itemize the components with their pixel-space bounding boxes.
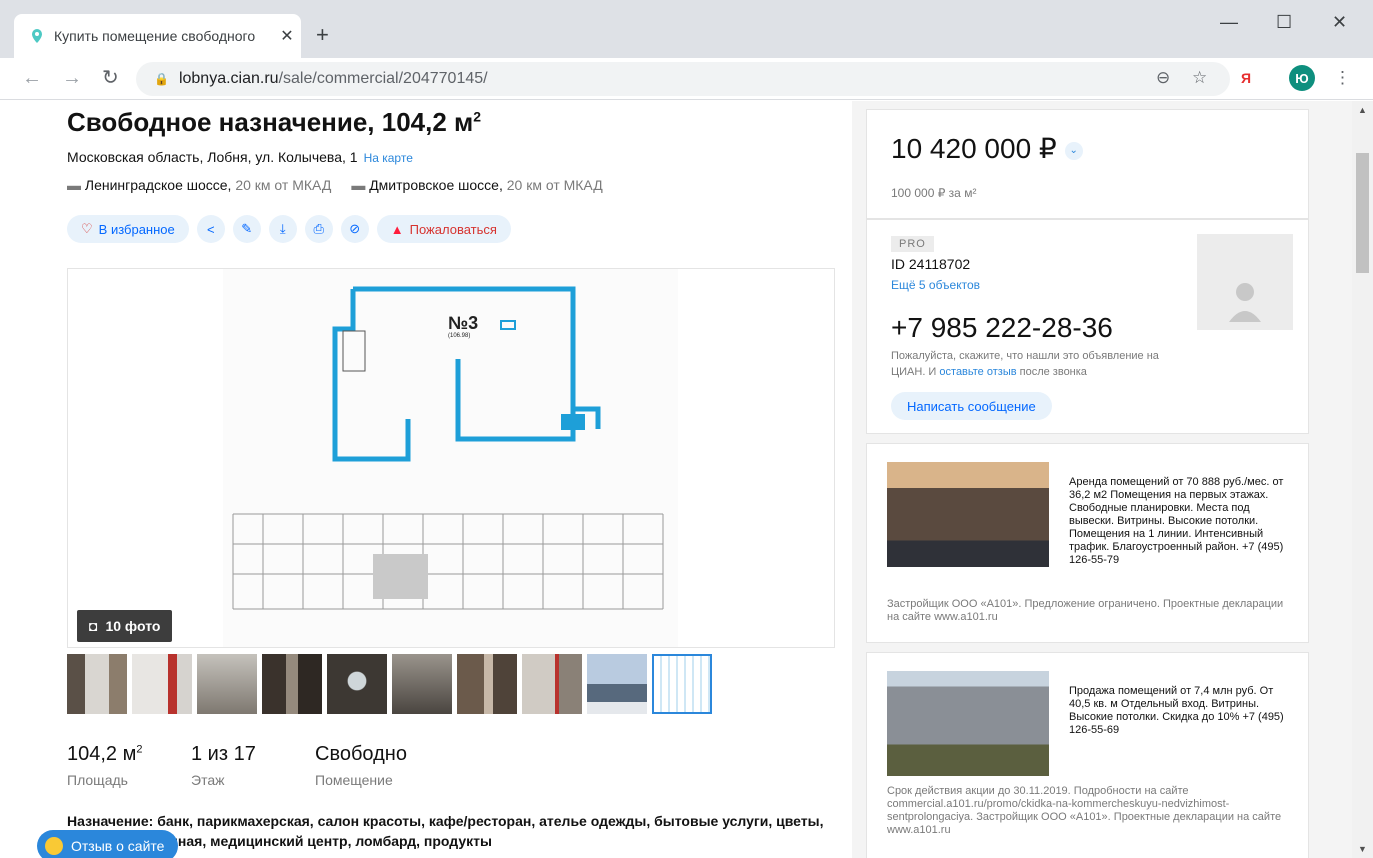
address-bar[interactable]: 🔒 lobnya.cian.ru/sale/commercial/2047701… [136, 62, 1230, 96]
feedback-button[interactable]: Отзыв о сайте [37, 830, 179, 858]
address-text: Московская область, Лобня, ул. Колычева,… [67, 149, 358, 165]
thumbnail[interactable] [587, 654, 647, 714]
lock-icon: 🔒 [154, 72, 169, 86]
road-icon: ▬ [351, 177, 366, 193]
page-title: Свободное назначение, 104,2 м2 [67, 107, 482, 137]
highway-item: ▬ Дмитровское шоссе, 20 км от МКАД [351, 177, 603, 193]
photo-count-button[interactable]: ◘ 10 фото [77, 610, 173, 642]
smile-icon [45, 837, 63, 855]
browser-toolbar: ← → ↻ 🔒 lobnya.cian.ru/sale/commercial/2… [0, 58, 1373, 100]
complain-button[interactable]: ▲ Пожаловаться [376, 215, 511, 243]
tab-close-icon[interactable]: ✕ [273, 26, 301, 46]
profile-avatar[interactable]: Ю [1289, 65, 1315, 91]
action-bar: ♡ В избранное < ✎ ⤓ ⎙ ⊘ ▲ Пожаловаться [67, 215, 511, 243]
ad-card[interactable]: Аренда помещений от 70 888 руб./мес. от … [866, 443, 1309, 643]
price-per-m2: 100 000 ₽ за м² [891, 186, 977, 200]
url-path: /sale/commercial/204770145/ [278, 70, 488, 87]
chevron-down-icon[interactable]: ⌄ [1064, 141, 1083, 160]
thumbnail[interactable] [67, 654, 127, 714]
share-icon: < [206, 221, 215, 237]
agent-avatar [1197, 234, 1293, 330]
address: Московская область, Лобня, ул. Колычева,… [67, 149, 413, 165]
hide-button[interactable]: ⊘ [340, 215, 369, 243]
share-button[interactable]: < [196, 215, 225, 243]
review-link[interactable]: оставьте отзыв [939, 366, 1016, 378]
stat-area: 104,2 м2 Площадь [67, 743, 143, 788]
ad-image [887, 462, 1049, 567]
user-icon [1229, 283, 1261, 322]
stat-floor: 1 из 17 Этаж [191, 743, 256, 788]
ad-image [887, 671, 1049, 776]
photo-gallery[interactable]: №3 (106.98) ◘ 10 фото [67, 268, 835, 648]
maximize-icon[interactable]: ☐ [1276, 12, 1292, 33]
stat-type: Свободно Помещение [315, 743, 407, 788]
scroll-up-icon[interactable]: ▲ [1358, 105, 1367, 115]
write-message-button[interactable]: Написать сообщение [891, 392, 1052, 420]
download-button[interactable]: ⤓ [268, 215, 297, 243]
purpose-text: Назначение: банк, парикмахерская, салон … [67, 813, 824, 849]
more-objects-link[interactable]: Ещё 5 объектов [891, 278, 980, 292]
thumbnail[interactable] [457, 654, 517, 714]
highways: ▬ Ленинградское шоссе, 20 км от МКАД ▬ Д… [67, 177, 603, 193]
thumbnail[interactable] [327, 654, 387, 714]
heart-icon: ♡ [81, 221, 93, 236]
forward-icon[interactable]: → [62, 66, 82, 90]
hide-eye-icon: ⊘ [349, 221, 361, 236]
thumbnail[interactable] [392, 654, 452, 714]
main-column: Свободное назначение, 104,2 м2 Московска… [0, 101, 852, 858]
pro-badge: PRO [891, 236, 934, 252]
thumbnail[interactable] [132, 654, 192, 714]
tab-title: Купить помещение свободного [54, 28, 256, 44]
new-tab-icon[interactable]: + [316, 24, 329, 46]
browser-tabstrip: Купить помещение свободного ✕ + — ☐ ✕ [0, 0, 1373, 58]
print-icon: ⎙ [313, 221, 324, 236]
road-icon: ▬ [67, 177, 81, 193]
window-close-icon[interactable]: ✕ [1332, 12, 1347, 33]
minimize-icon[interactable]: — [1220, 12, 1238, 33]
floor-plan-image: №3 (106.98) [223, 269, 678, 647]
page-content: Свободное назначение, 104,2 м2 Московска… [0, 101, 1352, 858]
svg-text:(106.98): (106.98) [448, 333, 470, 339]
agent-card: PRO ID 24118702 Ещё 5 объектов +7 985 22… [866, 219, 1309, 434]
edit-note-button[interactable]: ✎ [232, 215, 261, 243]
favorite-button[interactable]: ♡ В избранное [67, 215, 189, 243]
browser-tab[interactable]: Купить помещение свободного ✕ [14, 14, 301, 58]
warning-icon: ▲ [390, 221, 404, 237]
yandex-icon[interactable]: Я [1241, 70, 1251, 86]
agent-id: ID 24118702 [891, 256, 971, 272]
svg-text:№3: №3 [448, 313, 478, 333]
reload-icon[interactable]: ↻ [102, 66, 119, 90]
ad-disclaimer: Срок действия акции до 30.11.2019. Подро… [887, 785, 1282, 836]
back-icon[interactable]: ← [22, 66, 42, 90]
thumbnail-strip [67, 654, 712, 714]
thumbnail[interactable] [197, 654, 257, 714]
bookmark-star-icon[interactable]: ☆ [1192, 68, 1207, 88]
highway-item: ▬ Ленинградское шоссе, 20 км от МКАД [67, 177, 332, 193]
scroll-down-icon[interactable]: ▼ [1358, 844, 1367, 854]
ad-text: Продажа помещений от 7,4 млн руб. От 40,… [1069, 685, 1284, 736]
thumbnail[interactable] [262, 654, 322, 714]
pencil-icon: ✎ [241, 221, 253, 236]
ad-disclaimer: Застройщик ООО «А101». Предложение огран… [887, 598, 1284, 623]
zoom-icon[interactable]: ⊖ [1156, 68, 1170, 88]
cian-pin-icon [32, 29, 42, 43]
camera-icon: ◘ [89, 618, 98, 634]
scrollbar[interactable]: ▲ ▼ [1352, 101, 1373, 858]
price-card: 10 420 000 ₽ ⌄ 100 000 ₽ за м² [866, 109, 1309, 219]
url-host: lobnya.cian.ru [178, 70, 279, 87]
thumbnail-selected[interactable] [652, 654, 712, 714]
map-link[interactable]: На карте [364, 151, 413, 165]
phone-number[interactable]: +7 985 222-28-36 [891, 312, 1113, 344]
key-stats: 104,2 м2 Площадь 1 из 17 Этаж Свободно Поме… [67, 743, 439, 788]
menu-icon[interactable]: ⋮ [1334, 68, 1351, 88]
ad-text: Аренда помещений от 70 888 руб./мес. от … [1069, 476, 1284, 566]
thumbnail[interactable] [522, 654, 582, 714]
call-note: Пожалуйста, скажите, что нашли это объяв… [891, 350, 1159, 378]
download-icon: ⤓ [279, 221, 286, 236]
print-button[interactable]: ⎙ [304, 215, 333, 243]
ad-card[interactable]: Продажа помещений от 7,4 млн руб. От 40,… [866, 652, 1309, 858]
scrollbar-thumb[interactable] [1356, 153, 1369, 273]
price-amount: 10 420 000 ₽ ⌄ [891, 132, 1083, 165]
